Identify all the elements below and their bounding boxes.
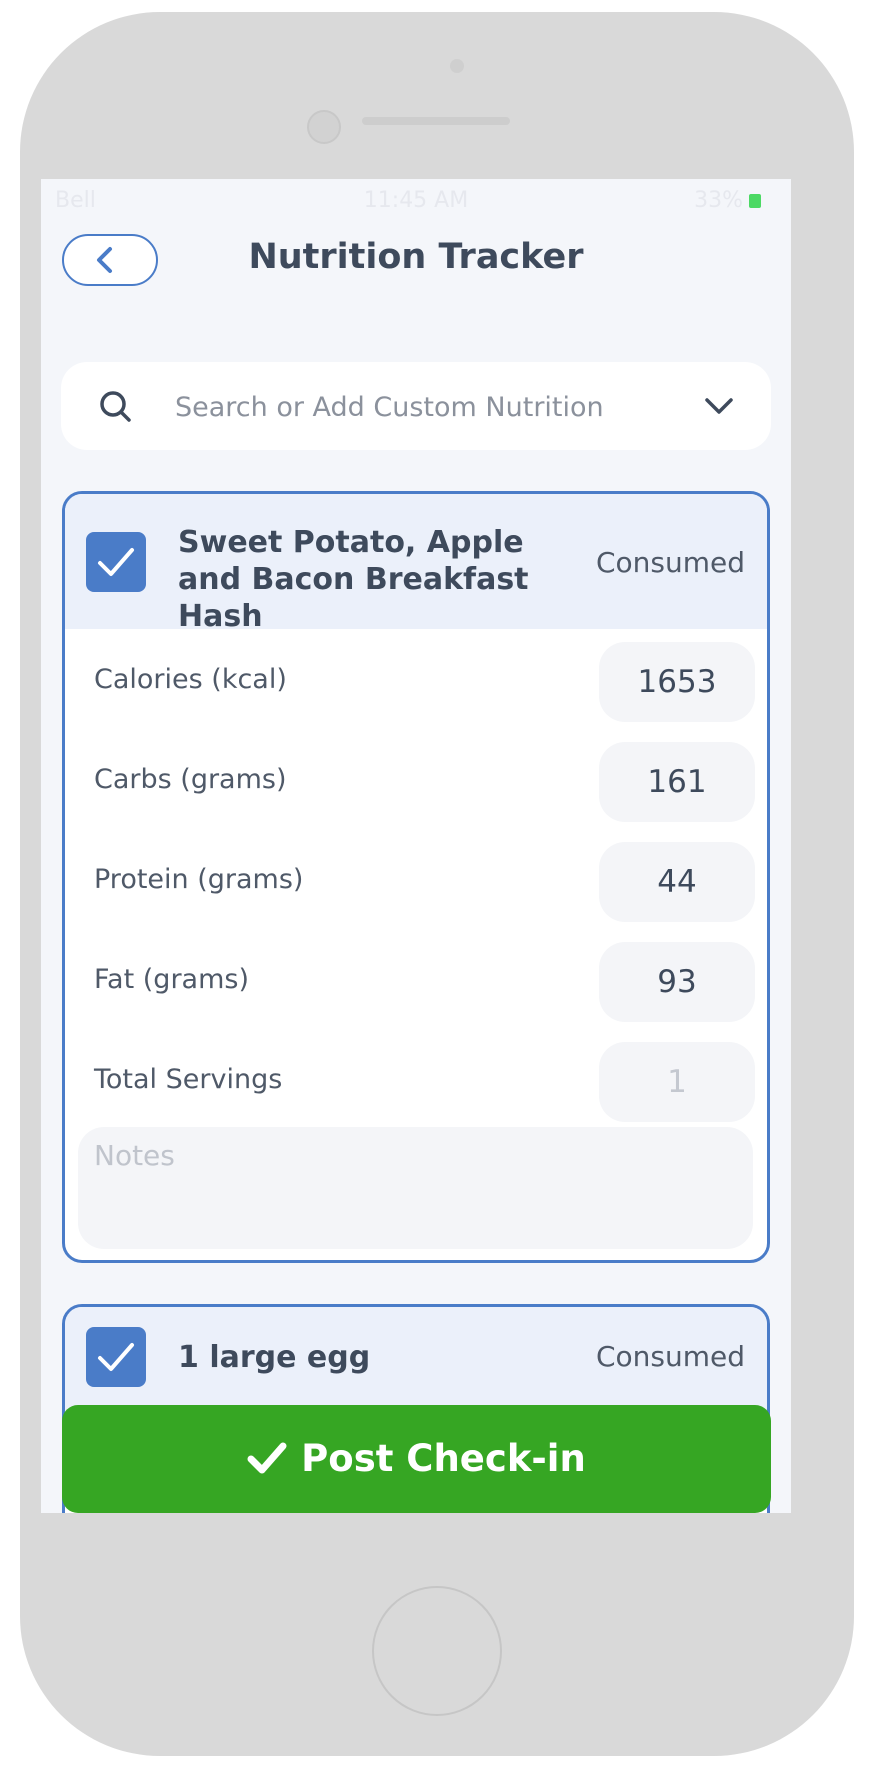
home-button[interactable]: [372, 1586, 502, 1716]
food-name: 1 large egg: [178, 1340, 371, 1375]
front-camera: [307, 110, 341, 144]
consumed-label: Consumed: [595, 1340, 745, 1373]
food-card: Sweet Potato, Apple and Bacon Breakfast …: [62, 491, 770, 1263]
servings-label: Total Servings: [94, 1064, 283, 1095]
servings-field[interactable]: 1: [599, 1042, 755, 1122]
camera-dot: [450, 59, 464, 73]
protein-row: Protein (grams) 44: [65, 832, 767, 932]
search-icon: [100, 391, 131, 422]
post-check-in-button[interactable]: Post Check-in: [62, 1405, 771, 1513]
carbs-row: Carbs (grams) 161: [65, 732, 767, 832]
calories-field[interactable]: 1653: [599, 642, 755, 722]
carbs-field[interactable]: 161: [599, 742, 755, 822]
fat-label: Fat (grams): [94, 964, 249, 995]
food-card-header: Sweet Potato, Apple and Bacon Breakfast …: [65, 494, 767, 634]
chevron-down-icon[interactable]: [703, 395, 735, 417]
consumed-checkbox[interactable]: [86, 532, 146, 592]
consumed-checkbox[interactable]: [86, 1327, 146, 1387]
search-placeholder: Search or Add Custom Nutrition: [175, 392, 604, 423]
notes-placeholder: Notes: [94, 1139, 175, 1172]
battery-icon: [749, 194, 761, 208]
status-time: 11:45 AM: [363, 188, 469, 213]
servings-row: Total Servings 1: [65, 1032, 767, 1132]
protein-field[interactable]: 44: [599, 842, 755, 922]
consumed-label: Consumed: [595, 546, 745, 579]
notes-field[interactable]: Notes: [78, 1127, 753, 1249]
checkmark-icon: [98, 548, 134, 576]
carbs-label: Carbs (grams): [94, 764, 287, 795]
page-title: Nutrition Tracker: [248, 237, 584, 277]
status-bar: Bell 11:45 AM 33%: [41, 179, 791, 221]
calories-label: Calories (kcal): [94, 664, 287, 695]
battery-percent: 33%: [694, 188, 743, 213]
calories-row: Calories (kcal) 1653: [65, 632, 767, 732]
post-check-in-label: Post Check-in: [301, 1437, 586, 1480]
checkmark-icon: [247, 1442, 287, 1474]
fat-row: Fat (grams) 93: [65, 932, 767, 1032]
checkmark-icon: [98, 1343, 134, 1371]
battery-status: 33%: [694, 188, 761, 213]
food-card-header: 1 large egg Consumed: [65, 1307, 767, 1417]
fat-field[interactable]: 93: [599, 942, 755, 1022]
food-name: Sweet Potato, Apple and Bacon Breakfast …: [178, 525, 529, 634]
app-screen: Bell 11:45 AM 33% Nutrition Tracker Sear…: [41, 179, 791, 1513]
nutrition-search[interactable]: Search or Add Custom Nutrition: [61, 362, 771, 450]
protein-label: Protein (grams): [94, 864, 304, 895]
earpiece-speaker: [362, 117, 510, 125]
